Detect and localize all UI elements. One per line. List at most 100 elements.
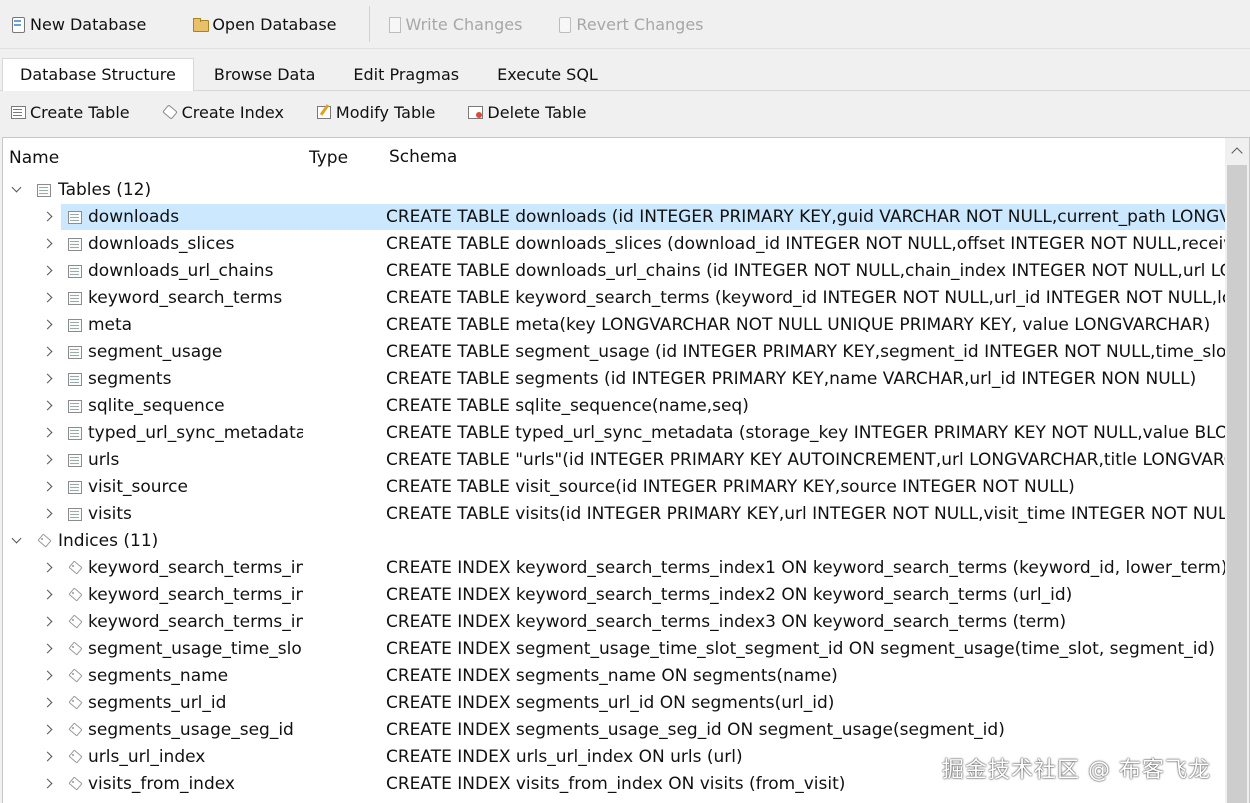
table-row[interactable]: segments CREATE TABLE segments (id INTEGE… bbox=[3, 366, 1225, 393]
delete-table-icon bbox=[467, 104, 484, 120]
column-header-schema[interactable]: Schema bbox=[389, 147, 457, 167]
row-schema: CREATE TABLE segment_usage (id INTEGER P… bbox=[386, 342, 1225, 362]
tables-group-label: Tables (12) bbox=[58, 180, 152, 200]
revert-changes-button[interactable]: Revert Changes bbox=[548, 8, 711, 40]
chevron-right-icon[interactable] bbox=[41, 663, 55, 690]
table-row[interactable]: visits CREATE TABLE visits(id INTEGER PRI… bbox=[3, 501, 1225, 528]
chevron-right-icon[interactable] bbox=[41, 744, 55, 771]
new-database-icon bbox=[10, 16, 26, 33]
index-row[interactable]: keyword_search_terms_in... CREATE INDEX k… bbox=[3, 555, 1225, 582]
modify-table-label: Modify Table bbox=[335, 102, 436, 122]
table-row[interactable]: segment_usage CREATE TABLE segment_usage … bbox=[3, 339, 1225, 366]
modify-table-icon bbox=[316, 104, 332, 120]
main-toolbar: New Database Open Database Write Changes… bbox=[0, 0, 1250, 49]
write-changes-icon bbox=[386, 16, 402, 33]
new-database-button[interactable]: New Database bbox=[2, 8, 154, 40]
tab-edit-pragmas[interactable]: Edit Pragmas bbox=[335, 59, 477, 90]
row-name: segments_usage_seg_id bbox=[88, 720, 294, 740]
tree-header: Name Type Schema bbox=[3, 138, 1225, 176]
table-icon bbox=[68, 264, 82, 278]
chevron-right-icon[interactable] bbox=[41, 312, 55, 339]
row-name: segments_name bbox=[88, 666, 229, 686]
chevron-right-icon[interactable] bbox=[41, 690, 55, 717]
chevron-right-icon[interactable] bbox=[41, 717, 55, 744]
row-name: urls_url_index bbox=[88, 747, 206, 767]
chevron-right-icon[interactable] bbox=[41, 447, 55, 474]
row-schema: CREATE TABLE "urls"(id INTEGER PRIMARY K… bbox=[386, 450, 1225, 470]
row-schema: CREATE TABLE visits(id INTEGER PRIMARY K… bbox=[386, 504, 1225, 524]
tab-browse-data[interactable]: Browse Data bbox=[196, 59, 334, 90]
row-name: keyword_search_terms bbox=[88, 288, 283, 308]
table-row[interactable]: typed_url_sync_metadata CREATE TABLE type… bbox=[3, 420, 1225, 447]
table-row[interactable]: keyword_search_terms CREATE TABLE keyword… bbox=[3, 285, 1225, 312]
column-header-name[interactable]: Name bbox=[9, 148, 59, 168]
chevron-right-icon[interactable] bbox=[41, 231, 55, 258]
watermark-text: 掘金技术社区 @ 布客飞龙 bbox=[942, 758, 1211, 783]
index-row[interactable]: segments_name CREATE INDEX segments_name … bbox=[3, 663, 1225, 690]
create-table-button[interactable]: Create Table bbox=[2, 103, 138, 122]
chevron-right-icon[interactable] bbox=[41, 339, 55, 366]
tree-group-tables[interactable]: Tables (12) bbox=[3, 177, 1225, 204]
expand-arrow-icon[interactable] bbox=[11, 177, 25, 204]
main-tabs: Database Structure Browse Data Edit Prag… bbox=[0, 58, 1250, 91]
table-row[interactable]: sqlite_sequence CREATE TABLE sqlite_seque… bbox=[3, 393, 1225, 420]
scrollbar-thumb[interactable] bbox=[1227, 165, 1247, 803]
table-row[interactable]: downloads_slices CREATE TABLE downloads_s… bbox=[3, 231, 1225, 258]
row-schema: CREATE INDEX segments_url_id ON segments… bbox=[386, 693, 835, 713]
tree-group-indices[interactable]: Indices (11) bbox=[3, 528, 1225, 555]
row-name: keyword_search_terms_in... bbox=[88, 558, 303, 578]
chevron-right-icon[interactable] bbox=[41, 258, 55, 285]
index-row[interactable]: segment_usage_time_slo... CREATE INDEX se… bbox=[3, 636, 1225, 663]
table-rows: downloads CREATE TABLE downloads (id INTE… bbox=[3, 204, 1225, 528]
expand-arrow-icon[interactable] bbox=[11, 528, 25, 555]
index-row[interactable]: keyword_search_terms_in... CREATE INDEX k… bbox=[3, 582, 1225, 609]
row-name: keyword_search_terms_in... bbox=[88, 585, 303, 605]
chevron-right-icon[interactable] bbox=[41, 285, 55, 312]
tables-group-icon bbox=[37, 183, 51, 197]
table-icon bbox=[68, 507, 82, 521]
schema-tree[interactable]: Name Type Schema Tables (12) downloads CR… bbox=[2, 137, 1250, 803]
table-row[interactable]: meta CREATE TABLE meta(key LONGVARCHAR NO… bbox=[3, 312, 1225, 339]
table-icon bbox=[68, 345, 82, 359]
chevron-right-icon[interactable] bbox=[41, 474, 55, 501]
chevron-right-icon[interactable] bbox=[41, 420, 55, 447]
row-schema: CREATE INDEX keyword_search_terms_index2… bbox=[386, 585, 1073, 605]
create-table-label: Create Table bbox=[30, 102, 130, 122]
row-name: visits_from_index bbox=[88, 774, 235, 794]
row-name: downloads_url_chains bbox=[88, 261, 274, 281]
table-row[interactable]: downloads CREATE TABLE downloads (id INTE… bbox=[3, 204, 1225, 231]
row-name: sqlite_sequence bbox=[88, 396, 225, 416]
table-icon bbox=[68, 453, 82, 467]
chevron-right-icon[interactable] bbox=[41, 771, 55, 798]
chevron-right-icon[interactable] bbox=[41, 366, 55, 393]
table-icon bbox=[68, 426, 82, 440]
chevron-right-icon[interactable] bbox=[41, 393, 55, 420]
tab-execute-sql[interactable]: Execute SQL bbox=[479, 59, 616, 90]
index-row[interactable]: keyword_search_terms_in... CREATE INDEX k… bbox=[3, 609, 1225, 636]
tab-database-structure[interactable]: Database Structure bbox=[2, 58, 194, 91]
chevron-right-icon[interactable] bbox=[41, 636, 55, 663]
tree-body: Tables (12) downloads CREATE TABLE downlo… bbox=[3, 177, 1225, 798]
index-icon bbox=[68, 696, 82, 710]
row-schema: CREATE TABLE downloads_url_chains (id IN… bbox=[386, 261, 1225, 281]
write-changes-button[interactable]: Write Changes bbox=[378, 8, 531, 40]
chevron-right-icon[interactable] bbox=[41, 555, 55, 582]
index-row[interactable]: segments_usage_seg_id CREATE INDEX segmen… bbox=[3, 717, 1225, 744]
row-name: segments bbox=[88, 369, 172, 389]
chevron-right-icon[interactable] bbox=[41, 582, 55, 609]
open-database-button[interactable]: Open Database bbox=[184, 8, 344, 40]
vertical-scrollbar[interactable] bbox=[1225, 138, 1249, 803]
delete-table-button[interactable]: Delete Table bbox=[459, 103, 594, 122]
table-row[interactable]: visit_source CREATE TABLE visit_source(id… bbox=[3, 474, 1225, 501]
index-icon bbox=[68, 723, 82, 737]
table-row[interactable]: urls CREATE TABLE "urls"(id INTEGER PRIMA… bbox=[3, 447, 1225, 474]
chevron-right-icon[interactable] bbox=[41, 501, 55, 528]
modify-table-button[interactable]: Modify Table bbox=[308, 103, 443, 122]
create-index-button[interactable]: Create Index bbox=[154, 103, 292, 122]
chevron-right-icon[interactable] bbox=[41, 609, 55, 636]
column-header-type[interactable]: Type bbox=[309, 148, 348, 168]
table-row[interactable]: downloads_url_chains CREATE TABLE downloa… bbox=[3, 258, 1225, 285]
chevron-right-icon[interactable] bbox=[41, 204, 55, 231]
index-row[interactable]: segments_url_id CREATE INDEX segments_url… bbox=[3, 690, 1225, 717]
scroll-up-arrow-icon[interactable] bbox=[1225, 138, 1249, 164]
